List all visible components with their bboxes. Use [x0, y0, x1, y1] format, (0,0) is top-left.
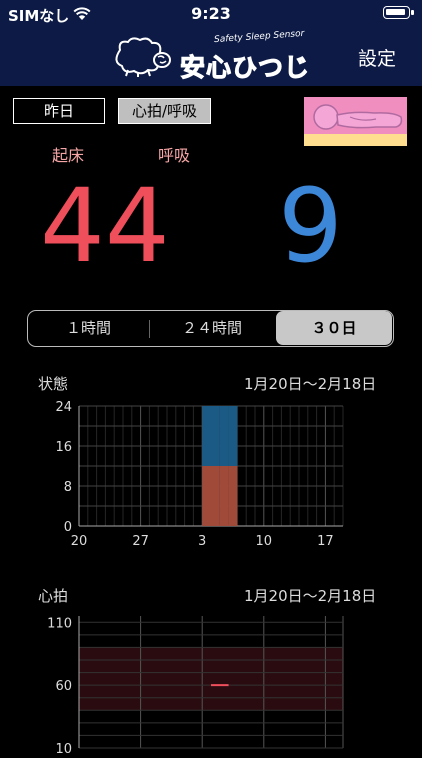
logo-text: 安心ひつじ: [179, 53, 311, 83]
heart-rate-chart: 1106010: [47, 616, 344, 757]
app-logo: Safety Sleep Sensor 安心ひつじ: [108, 28, 314, 83]
segment-30-days[interactable]: ３０日: [276, 311, 392, 345]
x-tick-label: 3: [198, 534, 206, 548]
wake-label: 起床: [52, 146, 85, 165]
state-chart-range: 1月20日～2月18日: [244, 375, 377, 393]
clock: 9:23: [191, 4, 231, 23]
heart-chart-title: 心拍: [38, 587, 69, 605]
sleeping-figure-icon: [313, 104, 403, 130]
state-bar: [211, 466, 220, 526]
state-bar: [228, 406, 238, 466]
breath-label: 呼吸: [158, 146, 191, 165]
y-tick-label: 16: [55, 440, 72, 455]
y-tick-label: 24: [55, 400, 72, 415]
y-tick-label: 110: [47, 616, 72, 631]
breath-rate-value: 9: [278, 167, 343, 286]
period-segmented-control: １時間 ２４時間 ３０日: [27, 310, 394, 347]
y-tick-label: 0: [64, 520, 72, 535]
heart-chart-range: 1月20日～2月18日: [244, 587, 377, 605]
app-header: SIMなし 9:23 Safety Sleep Sensor 安心ひつじ 設定: [0, 0, 422, 86]
state-bar: [202, 446, 211, 466]
state-bar: [219, 466, 229, 526]
yesterday-button[interactable]: 昨日: [13, 98, 105, 124]
x-tick-label: 20: [71, 534, 88, 548]
state-chart: 0 8 16 24 20 27 3 10 17: [55, 400, 344, 548]
y-tick-label: 60: [55, 679, 72, 694]
y-tick-label: 8: [64, 480, 72, 495]
settings-button[interactable]: 設定: [358, 44, 396, 71]
sleep-posture-image: [304, 97, 407, 146]
logo-subtitle: Safety Sleep Sensor: [213, 28, 305, 46]
state-bar: [202, 466, 211, 526]
segment-24-hours[interactable]: ２４時間: [149, 311, 275, 345]
battery-icon: [383, 6, 414, 19]
state-bar: [228, 466, 238, 526]
segment-1-hour[interactable]: １時間: [28, 311, 149, 345]
x-tick-label: 17: [317, 534, 334, 548]
normal-range-band: [79, 647, 343, 711]
heart-breath-toggle[interactable]: 心拍/呼吸: [118, 98, 211, 124]
status-bar: SIMなし 9:23: [0, 0, 422, 28]
x-tick-label: 27: [132, 534, 149, 548]
state-bar: [219, 406, 229, 466]
sheep-icon: [115, 37, 171, 77]
heart-rate-value: 44: [40, 167, 170, 286]
x-tick-label: 10: [256, 534, 273, 548]
state-chart-title: 状態: [38, 375, 69, 393]
state-bar: [211, 406, 220, 466]
